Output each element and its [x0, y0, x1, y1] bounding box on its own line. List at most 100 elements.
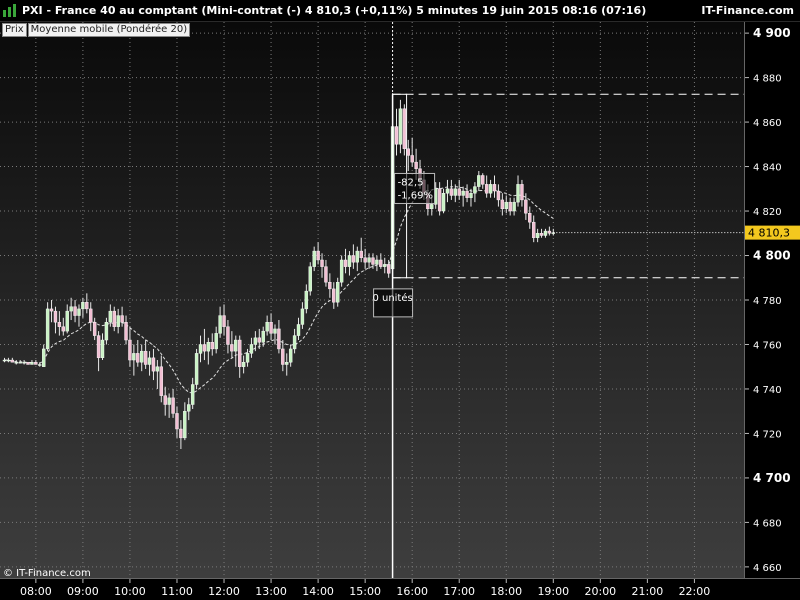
- candle-body: [343, 259, 348, 267]
- candle: [500, 193, 505, 216]
- candle: [312, 246, 316, 272]
- brand-label: IT-Finance.com: [701, 4, 794, 17]
- candle: [484, 175, 489, 198]
- bar-chart-icon: [3, 4, 16, 17]
- candle-body: [402, 108, 407, 149]
- candle-body: [481, 175, 485, 185]
- candle-body: [406, 148, 410, 156]
- candle-body: [61, 326, 65, 332]
- candle-body: [516, 184, 520, 203]
- y-tick-label: 4 760: [753, 340, 782, 351]
- candle-body: [112, 310, 116, 327]
- price-chart[interactable]: -82,5 -1,69% 0 unités: [0, 22, 744, 578]
- candle-body: [202, 344, 207, 352]
- x-tick-label: 21:00: [632, 585, 664, 598]
- indicator-tag[interactable]: Moyenne mobile (Pondérée 20): [27, 23, 191, 37]
- candle-body: [500, 199, 505, 210]
- candle-body: [312, 250, 316, 267]
- candle: [535, 228, 540, 243]
- candle: [520, 179, 524, 207]
- candle: [516, 175, 520, 207]
- price-axis[interactable]: 4 900 4 880 4 860 4 840 4 820 4 800 4 780 4 760…: [744, 22, 800, 578]
- measure-change-pct-label: -1,69%: [398, 190, 433, 201]
- time-axis[interactable]: 08:00 09:00 10:00 11:00 12:00 13:00 14:00 15:00…: [0, 578, 800, 600]
- candle: [30, 360, 34, 365]
- candle-body: [328, 282, 332, 290]
- candle-body: [547, 230, 552, 234]
- candle: [175, 406, 179, 438]
- candle-body: [277, 328, 281, 350]
- candle-body: [26, 362, 30, 365]
- y-tick-label: 4 660: [753, 563, 782, 574]
- candle: [202, 328, 207, 361]
- candle-body: [308, 266, 312, 292]
- candle-body: [206, 342, 211, 352]
- candle: [245, 348, 250, 367]
- candle-body: [18, 362, 22, 364]
- candle: [116, 308, 120, 334]
- candle-body: [234, 339, 238, 352]
- candle: [347, 251, 352, 276]
- candle: [328, 273, 332, 298]
- candle: [183, 402, 187, 441]
- candle-body: [171, 397, 175, 414]
- candle-body: [386, 264, 391, 274]
- candle: [528, 206, 532, 229]
- candle: [214, 326, 218, 354]
- candle: [532, 215, 536, 243]
- candle-body: [183, 411, 187, 439]
- indicator-legend: Prix Moyenne mobile (Pondérée 20): [2, 23, 191, 37]
- candle-body: [30, 362, 34, 365]
- candle-body: [69, 306, 73, 312]
- candle: [308, 262, 312, 296]
- candle: [273, 324, 277, 345]
- candle-body: [42, 348, 46, 367]
- candle: [339, 255, 344, 287]
- candle: [265, 315, 269, 336]
- candle-body: [363, 257, 367, 263]
- candle: [226, 320, 230, 354]
- candle-body: [351, 255, 356, 263]
- candle: [69, 297, 73, 321]
- candle: [394, 108, 399, 156]
- candle-body: [92, 322, 97, 336]
- candle-body: [445, 188, 450, 194]
- candle-body: [296, 324, 301, 336]
- time-axis-svg: 08:00 09:00 10:00 11:00 12:00 13:00 14:00 15:00…: [20, 579, 711, 598]
- candle-body: [300, 308, 305, 325]
- candle: [14, 360, 18, 365]
- candle: [179, 420, 183, 450]
- candle-body: [104, 322, 109, 341]
- y-tick-label: 4 800: [753, 249, 791, 263]
- candle-body: [85, 302, 89, 310]
- price-tag[interactable]: Prix: [2, 23, 27, 37]
- x-tick-label: 22:00: [679, 585, 711, 598]
- candle-body: [469, 193, 473, 198]
- candle: [481, 173, 485, 189]
- candle-body: [449, 188, 454, 196]
- moving-average-line: [4, 186, 554, 394]
- candle-body: [320, 259, 324, 267]
- candle: [96, 331, 101, 372]
- y-tick-label: 4 780: [753, 296, 782, 307]
- candle: [512, 197, 516, 216]
- candle-body: [484, 184, 489, 194]
- candle-body: [253, 337, 258, 345]
- candle-body: [210, 342, 214, 350]
- candle-body: [512, 201, 516, 212]
- candle: [81, 297, 85, 318]
- candle-body: [116, 315, 120, 327]
- candle: [190, 377, 195, 409]
- candle-body: [190, 384, 195, 405]
- candle-body: [437, 188, 442, 212]
- candle-body: [539, 233, 544, 236]
- candle: [437, 182, 442, 216]
- candle-body: [222, 315, 226, 327]
- y-tick-label: 4 720: [753, 429, 782, 440]
- candle: [304, 284, 309, 314]
- plot-area[interactable]: -82,5 -1,69% 0 unités: [0, 22, 744, 578]
- y-tick-label: 4 860: [753, 118, 782, 129]
- candle: [45, 302, 50, 352]
- x-tick-label: 19:00: [537, 585, 569, 598]
- x-tick-label: 14:00: [302, 585, 334, 598]
